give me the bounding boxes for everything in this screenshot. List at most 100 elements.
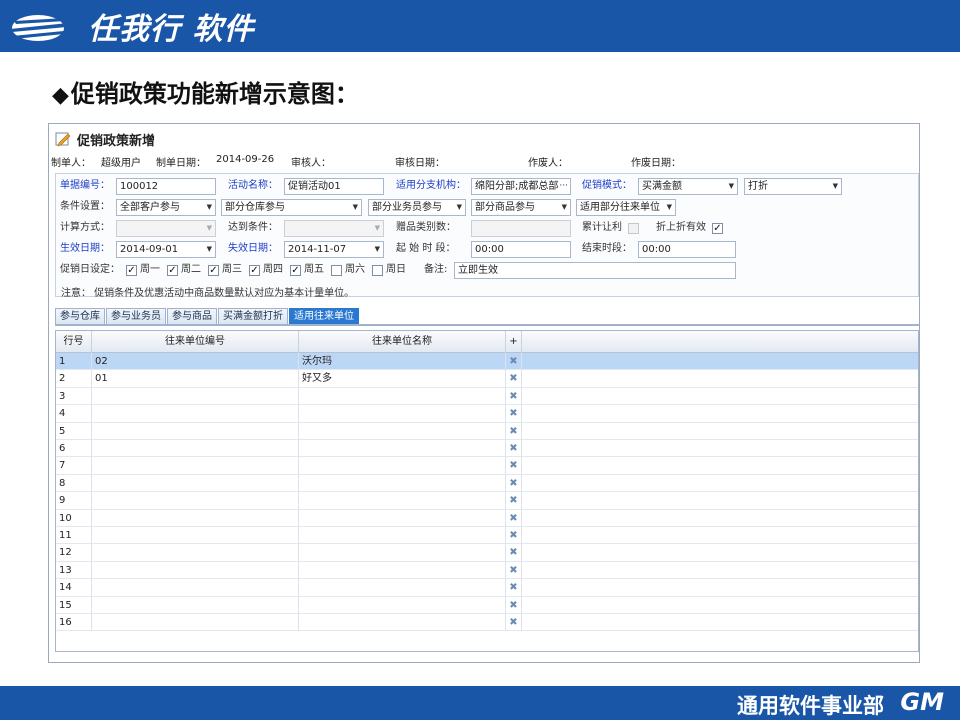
delete-row-icon[interactable]: ✖ xyxy=(506,457,522,475)
partner-code-cell[interactable] xyxy=(92,474,299,492)
table-row[interactable]: 5 ✖ xyxy=(56,422,918,440)
partner-name-cell[interactable] xyxy=(299,509,506,527)
partner-name-cell[interactable] xyxy=(299,457,506,475)
weekday-checkbox[interactable] xyxy=(331,265,342,276)
delete-row-icon[interactable]: ✖ xyxy=(506,561,522,579)
table-row[interactable]: 3 ✖ xyxy=(56,387,918,406)
partner-code-cell[interactable] xyxy=(92,440,299,457)
tab-3[interactable]: 买满金额打折 xyxy=(218,308,288,324)
ellipsis-icon[interactable]: ··· xyxy=(559,179,568,194)
partner-name-cell[interactable] xyxy=(299,596,506,614)
customer-scope-select[interactable]: 全部客户参与 ▼ xyxy=(116,199,216,216)
table-row[interactable]: 8 ✖ xyxy=(56,474,918,493)
partner-name-cell[interactable] xyxy=(299,492,506,510)
delete-row-icon[interactable]: ✖ xyxy=(506,544,522,562)
weekday-checkbox[interactable]: ✓ xyxy=(290,265,301,276)
partner-code-cell[interactable] xyxy=(92,422,299,440)
table-row[interactable]: 15 ✖ xyxy=(56,596,918,614)
calc-method-select[interactable]: ▼ xyxy=(116,220,216,237)
delete-row-icon[interactable]: ✖ xyxy=(506,422,522,440)
delete-row-icon[interactable]: ✖ xyxy=(506,405,522,423)
weekday-checkbox[interactable]: ✓ xyxy=(167,265,178,276)
tab-0[interactable]: 参与仓库 xyxy=(55,308,105,324)
delete-row-icon[interactable]: ✖ xyxy=(506,492,522,510)
partner-name-cell[interactable]: 沃尔玛 xyxy=(299,353,506,370)
partner-code-cell[interactable] xyxy=(92,596,299,614)
branch-selector[interactable]: 绵阳分部;成都总部 ··· xyxy=(471,178,571,195)
partner-code-cell[interactable]: 02 xyxy=(92,353,299,370)
table-row[interactable]: 2 01 好又多 ✖ xyxy=(56,370,918,388)
expire-date-picker[interactable]: 2014-11-07 ▼ xyxy=(284,241,384,258)
activity-name-field[interactable]: 促销活动01 xyxy=(284,178,384,195)
add-row-button[interactable]: + xyxy=(506,331,522,353)
table-row[interactable]: 10 ✖ xyxy=(56,509,918,527)
partner-code-cell[interactable] xyxy=(92,527,299,544)
delete-row-icon[interactable]: ✖ xyxy=(506,387,522,405)
partner-name-cell[interactable] xyxy=(299,440,506,457)
partner-name-cell[interactable] xyxy=(299,579,506,597)
col-header-partner-name[interactable]: 往来单位名称 xyxy=(299,331,506,353)
table-row[interactable]: 11 ✖ xyxy=(56,527,918,545)
delete-row-icon[interactable]: ✖ xyxy=(506,596,522,614)
partner-code-cell[interactable] xyxy=(92,614,299,631)
col-header-row-no[interactable]: 行号 xyxy=(56,331,92,353)
partner-code-cell[interactable] xyxy=(92,492,299,510)
partner-code-cell[interactable] xyxy=(92,405,299,423)
weekday-checkbox[interactable]: ✓ xyxy=(208,265,219,276)
end-time-field[interactable]: 00:00 xyxy=(638,241,736,258)
table-row[interactable]: 9 ✖ xyxy=(56,492,918,510)
table-row[interactable]: 4 ✖ xyxy=(56,405,918,423)
partner-code-cell[interactable] xyxy=(92,579,299,597)
delete-row-icon[interactable]: ✖ xyxy=(506,527,522,544)
warehouse-scope-select[interactable]: 部分仓库参与 ▼ xyxy=(221,199,362,216)
partner-code-cell[interactable]: 01 xyxy=(92,370,299,388)
weekday-checkbox[interactable]: ✓ xyxy=(126,265,137,276)
partner-code-cell[interactable] xyxy=(92,561,299,579)
start-time-field[interactable]: 00:00 xyxy=(471,241,571,258)
partner-name-cell[interactable] xyxy=(299,614,506,631)
remark-field[interactable]: 立即生效 xyxy=(454,262,736,279)
delete-row-icon[interactable]: ✖ xyxy=(506,614,522,631)
reach-condition-select[interactable]: ▼ xyxy=(284,220,384,237)
doc-no-field[interactable]: 100012 xyxy=(116,178,216,195)
weekday-checkbox[interactable]: ✓ xyxy=(249,265,260,276)
tab-1[interactable]: 参与业务员 xyxy=(106,308,166,324)
cumulative-checkbox[interactable] xyxy=(628,223,639,234)
salesman-scope-select[interactable]: 部分业务员参与 ▼ xyxy=(368,199,466,216)
partner-name-cell[interactable] xyxy=(299,422,506,440)
partner-code-cell[interactable] xyxy=(92,509,299,527)
table-row[interactable]: 16 ✖ xyxy=(56,614,918,632)
table-row[interactable]: 12 ✖ xyxy=(56,544,918,562)
col-header-partner-code[interactable]: 往来单位编号 xyxy=(92,331,299,353)
partner-name-cell[interactable] xyxy=(299,474,506,492)
delete-row-icon[interactable]: ✖ xyxy=(506,579,522,597)
goods-scope-select[interactable]: 部分商品参与 ▼ xyxy=(471,199,571,216)
effective-date-picker[interactable]: 2014-09-01 ▼ xyxy=(116,241,216,258)
promo-type-select[interactable]: 打折 ▼ xyxy=(744,178,842,195)
partner-name-cell[interactable]: 好又多 xyxy=(299,370,506,388)
partner-code-cell[interactable] xyxy=(92,544,299,562)
promo-mode-select[interactable]: 买满金额 ▼ xyxy=(638,178,738,195)
partner-code-cell[interactable] xyxy=(92,457,299,475)
partner-name-cell[interactable] xyxy=(299,527,506,544)
table-row[interactable]: 13 ✖ xyxy=(56,561,918,580)
table-row[interactable]: 14 ✖ xyxy=(56,579,918,597)
table-row[interactable]: 7 ✖ xyxy=(56,457,918,475)
delete-row-icon[interactable]: ✖ xyxy=(506,370,522,388)
delete-row-icon[interactable]: ✖ xyxy=(506,353,522,370)
gift-count-field[interactable] xyxy=(471,220,571,237)
partner-name-cell[interactable] xyxy=(299,387,506,405)
tab-4[interactable]: 适用往来单位 xyxy=(289,308,359,324)
partner-scope-select[interactable]: 适用部分往来单位 ▼ xyxy=(576,199,676,216)
partner-name-cell[interactable] xyxy=(299,405,506,423)
delete-row-icon[interactable]: ✖ xyxy=(506,440,522,457)
delete-row-icon[interactable]: ✖ xyxy=(506,474,522,492)
weekday-checkbox[interactable] xyxy=(372,265,383,276)
partner-name-cell[interactable] xyxy=(299,544,506,562)
table-row[interactable]: 1 02 沃尔玛 ✖ xyxy=(56,353,918,371)
partner-code-cell[interactable] xyxy=(92,387,299,405)
delete-row-icon[interactable]: ✖ xyxy=(506,509,522,527)
discount-valid-checkbox[interactable]: ✓ xyxy=(712,223,723,234)
partner-name-cell[interactable] xyxy=(299,561,506,579)
table-row[interactable]: 6 ✖ xyxy=(56,440,918,458)
